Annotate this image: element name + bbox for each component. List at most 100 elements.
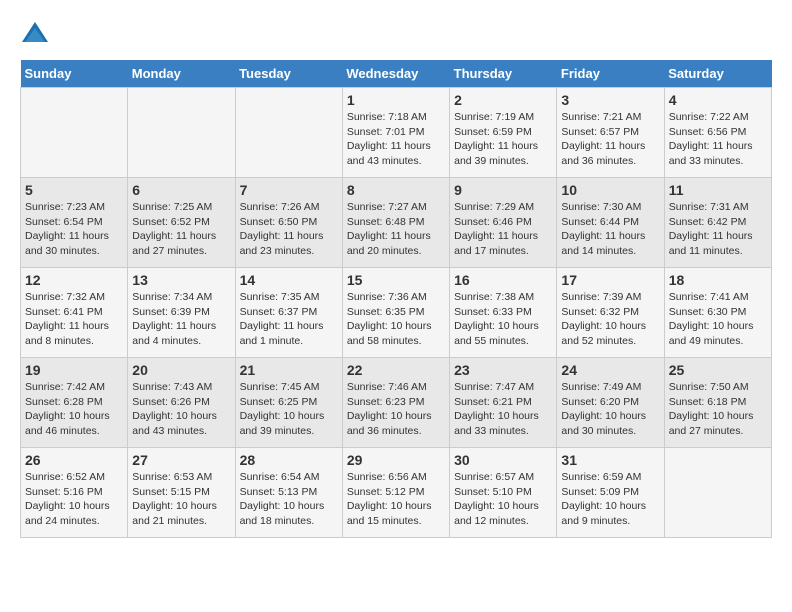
day-info: Sunrise: 7:39 AM Sunset: 6:32 PM Dayligh… [561,290,659,349]
day-info: Sunrise: 7:32 AM Sunset: 6:41 PM Dayligh… [25,290,123,349]
calendar-cell: 17 Sunrise: 7:39 AM Sunset: 6:32 PM Dayli… [557,268,664,358]
day-info: Sunrise: 7:43 AM Sunset: 6:26 PM Dayligh… [132,380,230,439]
calendar-cell: 27Sunrise: 6:53 AM Sunset: 5:15 PM Dayli… [128,448,235,538]
day-info: Sunrise: 6:52 AM Sunset: 5:16 PM Dayligh… [25,470,123,529]
day-number: 21 [240,362,338,378]
day-info: Sunrise: 7:26 AM Sunset: 6:50 PM Dayligh… [240,200,338,259]
column-header-monday: Monday [128,60,235,88]
calendar-cell: 24Sunrise: 7:49 AM Sunset: 6:20 PM Dayli… [557,358,664,448]
day-number: 26 [25,452,123,468]
calendar-cell: 23 Sunrise: 7:47 AM Sunset: 6:21 PM Dayli… [450,358,557,448]
day-number: 14 [240,272,338,288]
column-header-friday: Friday [557,60,664,88]
day-number: 6 [132,182,230,198]
column-header-tuesday: Tuesday [235,60,342,88]
day-info: Sunrise: 7:49 AM Sunset: 6:20 PM Dayligh… [561,380,659,439]
day-info: Sunrise: 7:34 AM Sunset: 6:39 PM Dayligh… [132,290,230,349]
day-info: Sunrise: 7:36 AM Sunset: 6:35 PM Dayligh… [347,290,445,349]
calendar-cell [664,448,771,538]
logo-icon [20,20,50,50]
calendar-cell: 6 Sunrise: 7:25 AM Sunset: 6:52 PM Daylig… [128,178,235,268]
page-header [20,20,772,50]
day-number: 20 [132,362,230,378]
day-info: Sunrise: 7:23 AM Sunset: 6:54 PM Dayligh… [25,200,123,259]
day-number: 30 [454,452,552,468]
day-info: Sunrise: 7:45 AM Sunset: 6:25 PM Dayligh… [240,380,338,439]
calendar-week-row: 26 Sunrise: 6:52 AM Sunset: 5:16 PM Dayli… [21,448,772,538]
day-number: 5 [25,182,123,198]
day-number: 25 [669,362,767,378]
calendar-cell: 29 Sunrise: 6:56 AM Sunset: 5:12 PM Dayli… [342,448,449,538]
day-info: Sunrise: 6:59 AM Sunset: 5:09 PM Dayligh… [561,470,659,529]
calendar-header-row: SundayMondayTuesdayWednesdayThursdayFrid… [21,60,772,88]
day-info: Sunrise: 7:25 AM Sunset: 6:52 PM Dayligh… [132,200,230,259]
day-number: 9 [454,182,552,198]
calendar-cell: 12Sunrise: 7:32 AM Sunset: 6:41 PM Dayli… [21,268,128,358]
day-info: Sunrise: 7:29 AM Sunset: 6:46 PM Dayligh… [454,200,552,259]
calendar-cell: 18 Sunrise: 7:41 AM Sunset: 6:30 PM Dayli… [664,268,771,358]
day-info: Sunrise: 6:57 AM Sunset: 5:10 PM Dayligh… [454,470,552,529]
column-header-saturday: Saturday [664,60,771,88]
calendar-table: SundayMondayTuesdayWednesdayThursdayFrid… [20,60,772,538]
day-info: Sunrise: 7:21 AM Sunset: 6:57 PM Dayligh… [561,110,659,169]
day-number: 13 [132,272,230,288]
calendar-cell [128,88,235,178]
calendar-cell: 1Sunrise: 7:18 AM Sunset: 7:01 PM Daylig… [342,88,449,178]
calendar-cell: 31 Sunrise: 6:59 AM Sunset: 5:09 PM Dayli… [557,448,664,538]
day-info: Sunrise: 7:27 AM Sunset: 6:48 PM Dayligh… [347,200,445,259]
calendar-cell: 8Sunrise: 7:27 AM Sunset: 6:48 PM Daylig… [342,178,449,268]
calendar-cell: 21 Sunrise: 7:45 AM Sunset: 6:25 PM Dayli… [235,358,342,448]
day-number: 4 [669,92,767,108]
day-info: Sunrise: 7:47 AM Sunset: 6:21 PM Dayligh… [454,380,552,439]
day-number: 3 [561,92,659,108]
day-info: Sunrise: 7:46 AM Sunset: 6:23 PM Dayligh… [347,380,445,439]
day-info: Sunrise: 7:38 AM Sunset: 6:33 PM Dayligh… [454,290,552,349]
calendar-week-row: 5 Sunrise: 7:23 AM Sunset: 6:54 PM Daylig… [21,178,772,268]
column-header-thursday: Thursday [450,60,557,88]
day-number: 22 [347,362,445,378]
day-number: 11 [669,182,767,198]
day-info: Sunrise: 7:31 AM Sunset: 6:42 PM Dayligh… [669,200,767,259]
calendar-cell: 3 Sunrise: 7:21 AM Sunset: 6:57 PM Daylig… [557,88,664,178]
day-number: 19 [25,362,123,378]
day-number: 18 [669,272,767,288]
logo [20,20,54,50]
day-number: 10 [561,182,659,198]
calendar-cell: 28Sunrise: 6:54 AM Sunset: 5:13 PM Dayli… [235,448,342,538]
day-number: 31 [561,452,659,468]
calendar-cell: 11 Sunrise: 7:31 AM Sunset: 6:42 PM Dayli… [664,178,771,268]
day-number: 17 [561,272,659,288]
calendar-cell: 9 Sunrise: 7:29 AM Sunset: 6:46 PM Daylig… [450,178,557,268]
column-header-sunday: Sunday [21,60,128,88]
day-number: 16 [454,272,552,288]
calendar-cell: 7 Sunrise: 7:26 AM Sunset: 6:50 PM Daylig… [235,178,342,268]
column-header-wednesday: Wednesday [342,60,449,88]
day-info: Sunrise: 7:41 AM Sunset: 6:30 PM Dayligh… [669,290,767,349]
calendar-week-row: 12Sunrise: 7:32 AM Sunset: 6:41 PM Dayli… [21,268,772,358]
day-info: Sunrise: 7:30 AM Sunset: 6:44 PM Dayligh… [561,200,659,259]
day-info: Sunrise: 7:42 AM Sunset: 6:28 PM Dayligh… [25,380,123,439]
calendar-cell: 22 Sunrise: 7:46 AM Sunset: 6:23 PM Dayli… [342,358,449,448]
day-number: 28 [240,452,338,468]
day-number: 29 [347,452,445,468]
calendar-cell: 16 Sunrise: 7:38 AM Sunset: 6:33 PM Dayli… [450,268,557,358]
day-number: 15 [347,272,445,288]
calendar-cell [21,88,128,178]
day-number: 23 [454,362,552,378]
day-info: Sunrise: 7:18 AM Sunset: 7:01 PM Dayligh… [347,110,445,169]
day-info: Sunrise: 6:56 AM Sunset: 5:12 PM Dayligh… [347,470,445,529]
day-number: 27 [132,452,230,468]
calendar-cell: 4Sunrise: 7:22 AM Sunset: 6:56 PM Daylig… [664,88,771,178]
day-info: Sunrise: 7:35 AM Sunset: 6:37 PM Dayligh… [240,290,338,349]
calendar-cell: 19 Sunrise: 7:42 AM Sunset: 6:28 PM Dayli… [21,358,128,448]
calendar-cell: 2 Sunrise: 7:19 AM Sunset: 6:59 PM Daylig… [450,88,557,178]
day-info: Sunrise: 7:50 AM Sunset: 6:18 PM Dayligh… [669,380,767,439]
calendar-week-row: 19 Sunrise: 7:42 AM Sunset: 6:28 PM Dayli… [21,358,772,448]
calendar-cell [235,88,342,178]
day-number: 7 [240,182,338,198]
day-number: 2 [454,92,552,108]
calendar-cell: 5 Sunrise: 7:23 AM Sunset: 6:54 PM Daylig… [21,178,128,268]
calendar-cell: 10 Sunrise: 7:30 AM Sunset: 6:44 PM Dayli… [557,178,664,268]
calendar-cell: 14 Sunrise: 7:35 AM Sunset: 6:37 PM Dayli… [235,268,342,358]
day-info: Sunrise: 7:19 AM Sunset: 6:59 PM Dayligh… [454,110,552,169]
